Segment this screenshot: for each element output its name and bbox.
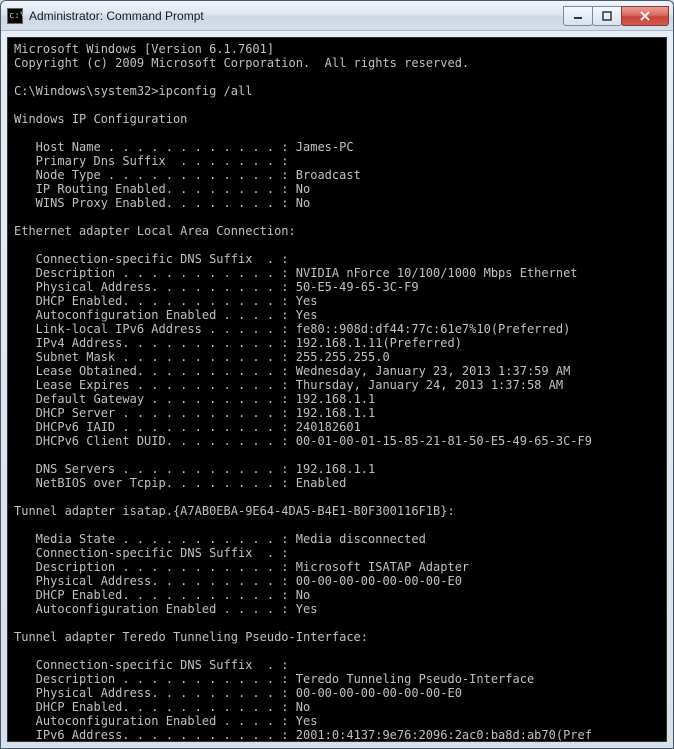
row-value: 00-01-00-01-15-85-21-81-50-E5-49-65-3C-F… xyxy=(296,434,592,448)
row-label: IPv4 Address. . . . . . . . . . . : xyxy=(14,336,296,350)
section-title-ethernet: Ethernet adapter Local Area Connection: xyxy=(14,224,296,238)
row-value: Teredo Tunneling Pseudo-Interface xyxy=(296,672,534,686)
command-text: ipconfig /all xyxy=(159,84,253,98)
row-value: 00-00-00-00-00-00-00-E0 xyxy=(296,686,462,700)
row-label: Connection-specific DNS Suffix . : xyxy=(14,546,289,560)
row-value: 50-E5-49-65-3C-F9 xyxy=(296,280,419,294)
row-value: Media disconnected xyxy=(296,532,426,546)
row-label: Description . . . . . . . . . . . : xyxy=(14,266,296,280)
row-label: Autoconfiguration Enabled . . . . : xyxy=(14,714,296,728)
row-label: Autoconfiguration Enabled . . . . : xyxy=(14,308,296,322)
row-label: Autoconfiguration Enabled . . . . : xyxy=(14,602,296,616)
row-label: DHCPv6 IAID . . . . . . . . . . . : xyxy=(14,420,296,434)
row-label: IPv6 Address. . . . . . . . . . . : xyxy=(14,728,296,742)
row-label: Subnet Mask . . . . . . . . . . . : xyxy=(14,350,296,364)
row-value: Yes xyxy=(296,308,318,322)
row-label: DNS Servers . . . . . . . . . . . : xyxy=(14,462,296,476)
row-value: 192.168.1.1 xyxy=(296,406,375,420)
row-value: 192.168.1.1 xyxy=(296,462,375,476)
row-value: 192.168.1.11(Preferred) xyxy=(296,336,462,350)
row-label: NetBIOS over Tcpip. . . . . . . . : xyxy=(14,476,296,490)
row-label: WINS Proxy Enabled. . . . . . . . : xyxy=(14,196,296,210)
row-label: Default Gateway . . . . . . . . . : xyxy=(14,392,296,406)
row-value: Yes xyxy=(296,714,318,728)
section-title-teredo: Tunnel adapter Teredo Tunneling Pseudo-I… xyxy=(14,630,368,644)
row-value: No xyxy=(296,196,310,210)
row-label: Host Name . . . . . . . . . . . . : xyxy=(14,140,296,154)
row-label: Link-local IPv6 Address . . . . . : xyxy=(14,322,296,336)
row-value: No xyxy=(296,588,310,602)
row-label: Description . . . . . . . . . . . : xyxy=(14,672,296,686)
copyright-line: Copyright (c) 2009 Microsoft Corporation… xyxy=(14,56,469,70)
row-label: DHCPv6 Client DUID. . . . . . . . : xyxy=(14,434,296,448)
row-label: Connection-specific DNS Suffix . : xyxy=(14,252,289,266)
row-value: 192.168.1.1 xyxy=(296,392,375,406)
row-value: Broadcast xyxy=(296,168,361,182)
row-value: Enabled xyxy=(296,476,347,490)
row-value: Microsoft ISATAP Adapter xyxy=(296,560,469,574)
row-value: No xyxy=(296,182,310,196)
row-value: Thursday, January 24, 2013 1:37:58 AM xyxy=(296,378,563,392)
row-label: Media State . . . . . . . . . . . : xyxy=(14,532,296,546)
row-value: Wednesday, January 23, 2013 1:37:59 AM xyxy=(296,364,571,378)
row-value: James-PC xyxy=(296,140,354,154)
row-label: DHCP Enabled. . . . . . . . . . . : xyxy=(14,700,296,714)
row-label: Node Type . . . . . . . . . . . . : xyxy=(14,168,296,182)
minimize-button[interactable] xyxy=(563,6,593,26)
titlebar[interactable]: c:\ Administrator: Command Prompt xyxy=(1,1,673,31)
row-label: IP Routing Enabled. . . . . . . . : xyxy=(14,182,296,196)
row-label: Physical Address. . . . . . . . . : xyxy=(14,686,296,700)
window-title: Administrator: Command Prompt xyxy=(29,9,564,23)
row-label: DHCP Server . . . . . . . . . . . : xyxy=(14,406,296,420)
row-label: Lease Obtained. . . . . . . . . . : xyxy=(14,364,296,378)
terminal-output[interactable]: Microsoft Windows [Version 6.1.7601] Cop… xyxy=(7,37,667,742)
row-label: Physical Address. . . . . . . . . : xyxy=(14,280,296,294)
row-value: Yes xyxy=(296,294,318,308)
row-value: fe80::908d:df44:77c:61e7%10(Preferred) xyxy=(296,322,571,336)
row-value: 255.255.255.0 xyxy=(296,350,390,364)
os-version-line: Microsoft Windows [Version 6.1.7601] xyxy=(14,42,274,56)
row-label: Lease Expires . . . . . . . . . . : xyxy=(14,378,296,392)
row-label: Physical Address. . . . . . . . . : xyxy=(14,574,296,588)
row-label: Connection-specific DNS Suffix . : xyxy=(14,658,289,672)
maximize-button[interactable] xyxy=(592,6,622,26)
cmd-icon: c:\ xyxy=(7,8,23,24)
row-label: DHCP Enabled. . . . . . . . . . . : xyxy=(14,294,296,308)
prompt-path: C:\Windows\system32> xyxy=(14,84,159,98)
row-label: DHCP Enabled. . . . . . . . . . . : xyxy=(14,588,296,602)
section-title-isatap: Tunnel adapter isatap.{A7AB0EBA-9E64-4DA… xyxy=(14,504,455,518)
row-value: Yes xyxy=(296,602,318,616)
row-value: 2001:0:4137:9e76:2096:2ac0:ba8d:ab70(Pre… xyxy=(296,728,592,742)
section-title-wip: Windows IP Configuration xyxy=(14,112,187,126)
close-button[interactable] xyxy=(621,6,669,26)
row-label: Primary Dns Suffix . . . . . . . : xyxy=(14,154,289,168)
command-prompt-window: c:\ Administrator: Command Prompt Micros… xyxy=(0,0,674,749)
row-value: No xyxy=(296,700,310,714)
row-value: 240182601 xyxy=(296,420,361,434)
row-value: NVIDIA nForce 10/100/1000 Mbps Ethernet xyxy=(296,266,578,280)
row-label: Description . . . . . . . . . . . : xyxy=(14,560,296,574)
row-value: 00-00-00-00-00-00-00-E0 xyxy=(296,574,462,588)
window-buttons xyxy=(564,6,669,26)
